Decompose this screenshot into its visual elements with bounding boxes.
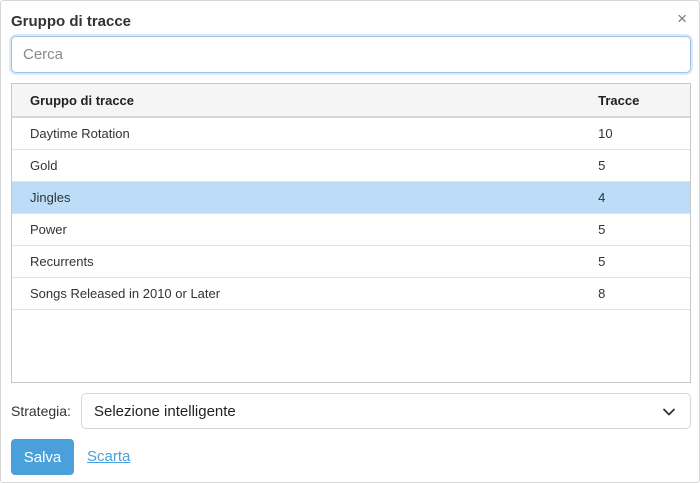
table-row[interactable]: Daytime Rotation 10 xyxy=(12,118,690,150)
row-name: Recurrents xyxy=(30,254,94,269)
strategy-select[interactable]: Selezione intelligente xyxy=(81,393,691,429)
dialog-title: Gruppo di tracce xyxy=(11,13,132,30)
table-row[interactable]: Songs Released in 2010 or Later 8 xyxy=(12,278,690,310)
row-name: Jingles xyxy=(30,190,71,205)
row-name: Gold xyxy=(30,158,58,173)
row-count: 10 xyxy=(598,126,613,141)
search-input[interactable] xyxy=(11,36,691,73)
track-group-table: Gruppo di tracce Tracce Daytime Rotation… xyxy=(11,83,691,383)
row-count: 4 xyxy=(598,190,606,205)
table-row[interactable]: Recurrents 5 xyxy=(12,246,690,278)
table-row[interactable]: Power 5 xyxy=(12,214,690,246)
table-row[interactable]: Gold 5 xyxy=(12,150,690,182)
close-icon[interactable]: × xyxy=(677,10,687,27)
chevron-down-icon xyxy=(663,408,675,416)
row-count: 8 xyxy=(598,286,606,301)
save-button[interactable]: Salva xyxy=(11,439,74,475)
strategy-label: Strategia: xyxy=(11,403,71,419)
header-track-group[interactable]: Gruppo di tracce xyxy=(12,93,580,108)
row-count: 5 xyxy=(598,222,606,237)
header-tracks[interactable]: Tracce xyxy=(580,93,690,108)
strategy-selected-value: Selezione intelligente xyxy=(94,402,236,420)
row-count: 5 xyxy=(598,254,606,269)
table-row-selected[interactable]: Jingles 4 xyxy=(12,182,690,214)
row-name: Daytime Rotation xyxy=(30,126,130,141)
table-header: Gruppo di tracce Tracce xyxy=(12,84,690,118)
track-group-dialog: Gruppo di tracce × Gruppo di tracce Trac… xyxy=(0,0,700,483)
row-count: 5 xyxy=(598,158,606,173)
discard-link[interactable]: Scarta xyxy=(87,448,130,465)
row-name: Power xyxy=(30,222,67,237)
row-name: Songs Released in 2010 or Later xyxy=(30,286,221,301)
